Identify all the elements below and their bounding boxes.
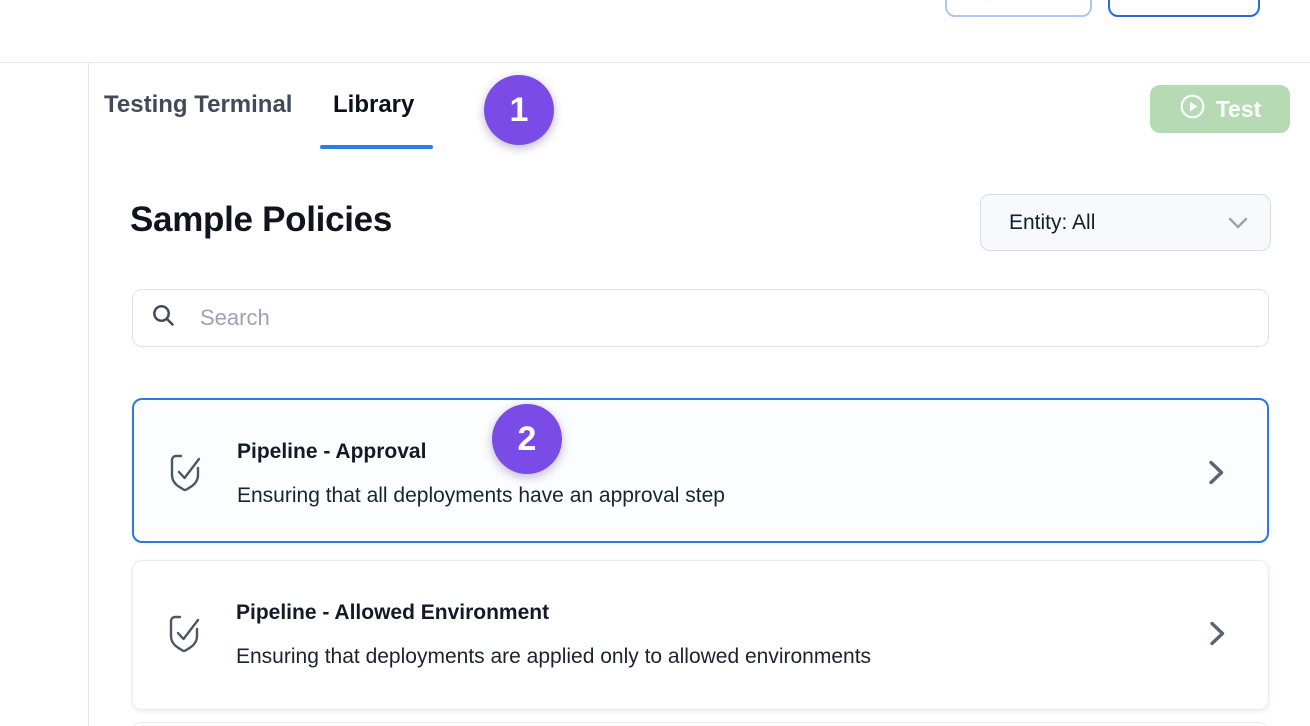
policy-title: Pipeline - Allowed Environment: [236, 599, 549, 626]
shield-check-icon: [167, 613, 201, 660]
chevron-right-icon: [1209, 620, 1226, 652]
annotation-badge-2: 2: [492, 404, 562, 474]
policy-library-screen: Save Discard Testing Terminal Library 1 …: [0, 0, 1310, 726]
save-button[interactable]: Save: [945, 0, 1092, 17]
test-button-label: Test: [1216, 96, 1262, 123]
search-icon: [151, 303, 176, 333]
play-icon: [1179, 93, 1206, 126]
policy-description: Ensuring that all deployments have an ap…: [237, 482, 725, 509]
discard-button-label: Discard: [1144, 0, 1225, 6]
search-box: [132, 289, 1269, 347]
policy-title: Pipeline - Approval: [237, 438, 426, 465]
next-policy-card-peek[interactable]: [132, 722, 1269, 726]
entity-filter-value: Entity: All: [1009, 211, 1095, 235]
chevron-down-icon: [1228, 211, 1248, 235]
shield-check-icon: [168, 452, 202, 499]
discard-button[interactable]: Discard: [1108, 0, 1260, 17]
policy-card-allowed-environment[interactable]: Pipeline - Allowed Environment Ensuring …: [132, 560, 1269, 710]
sidebar-divider: [88, 63, 89, 726]
page-title: Sample Policies: [130, 200, 392, 240]
policy-card-approval[interactable]: Pipeline - Approval Ensuring that all de…: [132, 398, 1269, 543]
top-divider: [0, 62, 1310, 63]
plus-icon: [977, 0, 999, 7]
save-button-label: Save: [1008, 0, 1059, 6]
policy-description: Ensuring that deployments are applied on…: [236, 643, 871, 670]
tab-library[interactable]: Library: [333, 88, 414, 122]
test-button[interactable]: Test: [1150, 85, 1290, 133]
entity-filter-select[interactable]: Entity: All: [980, 194, 1271, 251]
active-tab-underline: [320, 145, 433, 149]
search-input[interactable]: [200, 305, 1250, 331]
chevron-right-icon: [1208, 459, 1225, 491]
tab-testing-terminal[interactable]: Testing Terminal: [104, 88, 292, 122]
annotation-badge-1: 1: [484, 75, 554, 145]
